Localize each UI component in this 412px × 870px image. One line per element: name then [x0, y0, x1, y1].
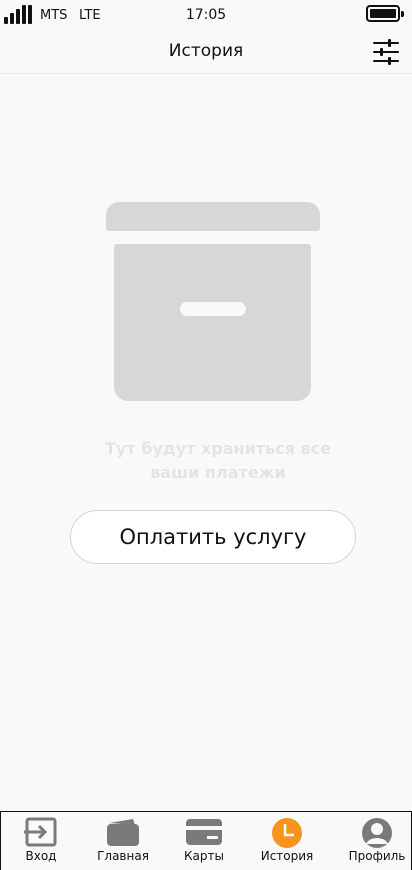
tab-label: Главная	[97, 849, 149, 863]
status-time: 17:05	[185, 7, 227, 23]
battery-icon	[366, 5, 404, 22]
clock-icon	[272, 818, 302, 848]
profile-icon	[362, 818, 392, 848]
pay-service-button[interactable]: Оплатить услугу	[70, 510, 356, 564]
filter-button[interactable]	[372, 38, 400, 66]
tab-label: История	[260, 849, 314, 863]
tab-bar: Вход Главная Карты История Профиль	[0, 811, 412, 870]
page-title: История	[168, 41, 244, 61]
tab-history[interactable]: История	[246, 812, 328, 870]
tab-main[interactable]: Главная	[82, 812, 164, 870]
login-icon	[24, 817, 57, 847]
tab-login[interactable]: Вход	[0, 812, 82, 870]
archive-box-icon	[106, 202, 320, 402]
wallet-icon	[107, 819, 139, 846]
tab-profile[interactable]: Профиль	[336, 812, 412, 870]
tab-label: Профиль	[348, 849, 406, 863]
sliders-icon	[373, 39, 399, 65]
tab-label: Карты	[184, 849, 224, 863]
tab-cards[interactable]: Карты	[163, 812, 245, 870]
tab-label: Вход	[25, 849, 57, 863]
empty-state-text: Тут будут храниться все ваши платежи	[105, 439, 331, 482]
card-icon	[186, 819, 222, 845]
status-bar: MTS LTE 17:05	[0, 0, 412, 32]
header: История	[0, 32, 412, 74]
